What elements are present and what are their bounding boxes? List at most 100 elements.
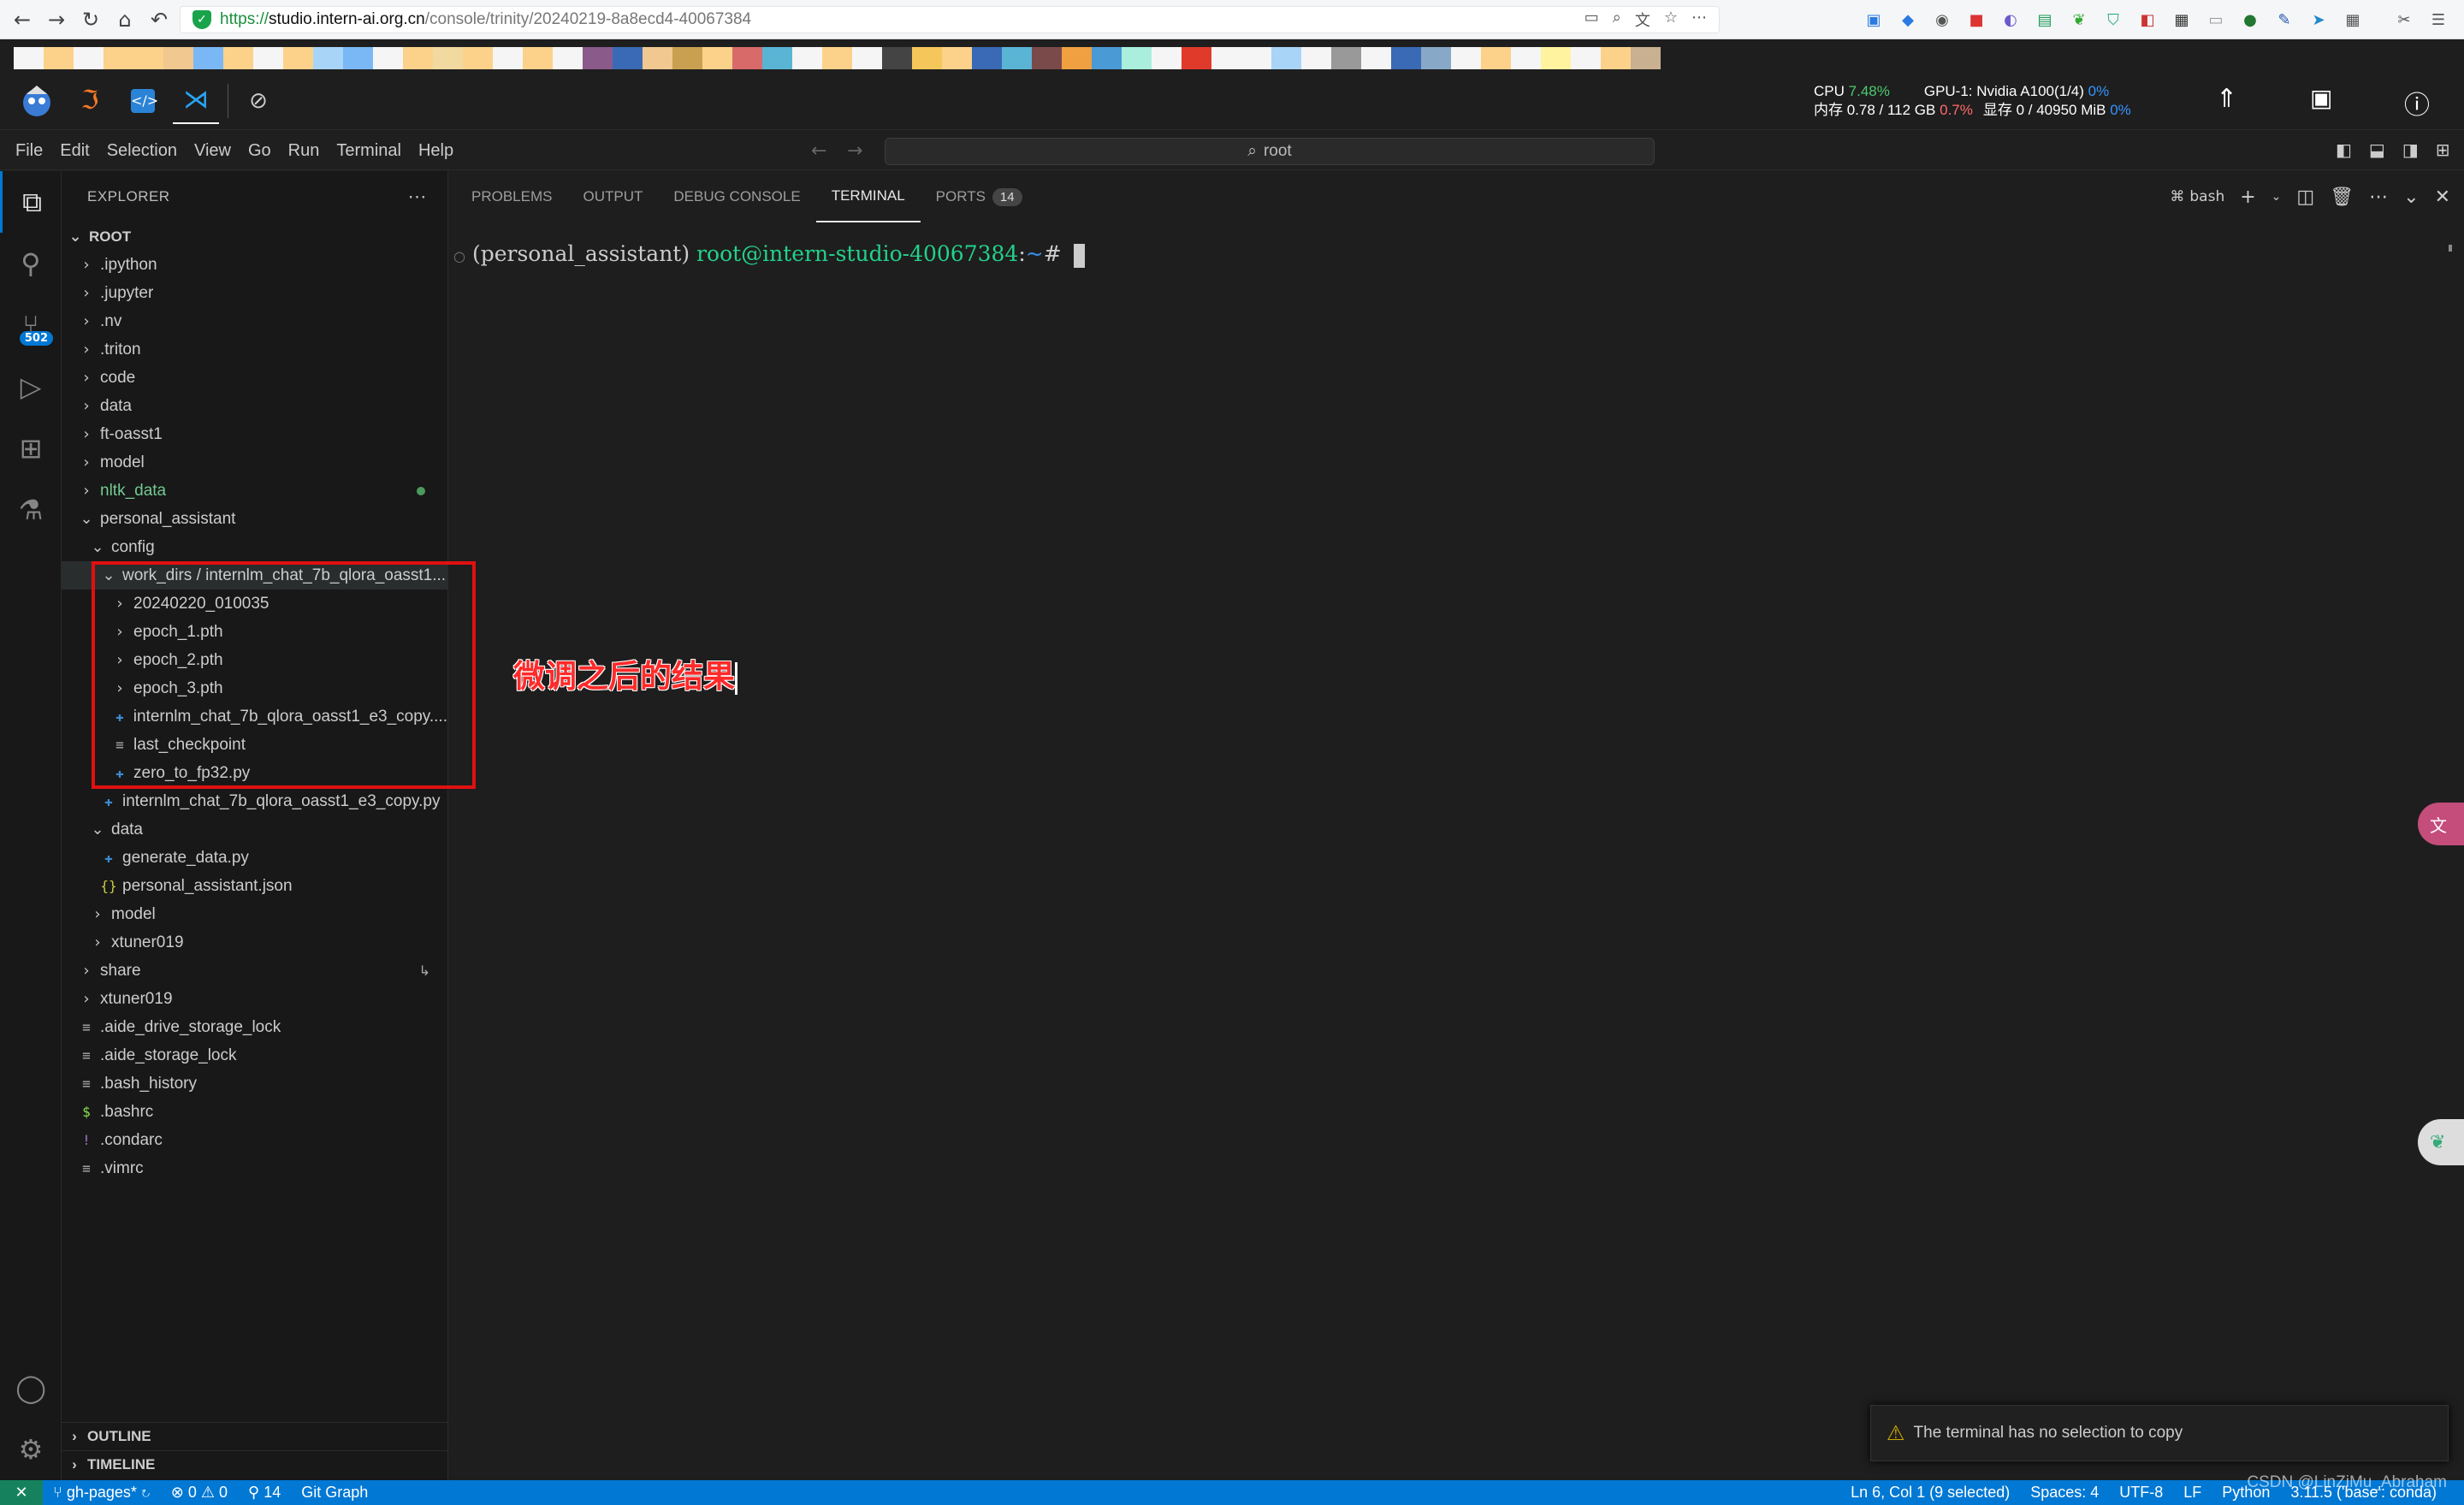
git-graph-button[interactable]: Git Graph: [291, 1484, 378, 1502]
tab-problems[interactable]: PROBLEMS: [456, 171, 567, 222]
extension-icon[interactable]: ■: [1964, 7, 1989, 33]
ports-item[interactable]: ⚲ 14: [238, 1484, 291, 1502]
bookmark-item[interactable]: [253, 47, 283, 69]
bookmark-item[interactable]: [1301, 47, 1331, 69]
close-panel-icon[interactable]: ✕: [2435, 187, 2450, 208]
bookmark-item[interactable]: [553, 47, 583, 69]
bookmark-item[interactable]: [1511, 47, 1541, 69]
bookmark-item[interactable]: [643, 47, 672, 69]
address-bar[interactable]: ✓ https://studio.intern-ai.org.cn/consol…: [180, 6, 1720, 33]
back-icon[interactable]: ←: [5, 3, 39, 37]
tree-file[interactable]: ✚ internlm_chat_7b_qlora_oasst1_e3_copy.p…: [62, 787, 447, 815]
menu-icon[interactable]: ☰: [2426, 7, 2451, 33]
pen-icon[interactable]: ✎: [2272, 7, 2297, 33]
tree-folder[interactable]: › xtuner019: [62, 985, 447, 1013]
nav-forward-icon[interactable]: →: [847, 140, 862, 162]
shield-icon[interactable]: ⛉: [2100, 7, 2126, 33]
bookmark-item[interactable]: [223, 47, 253, 69]
tree-file[interactable]: ≡ .aide_storage_lock: [62, 1041, 447, 1069]
tree-file[interactable]: ✚ generate_data.py: [62, 844, 447, 872]
bookmark-item[interactable]: [613, 47, 643, 69]
bookmark-item[interactable]: [1092, 47, 1122, 69]
terminal-output[interactable]: ○ (personal_assistant) root@intern-studio…: [453, 241, 1085, 268]
menu-run[interactable]: Run: [280, 141, 329, 161]
monitor-icon[interactable]: ▣: [2310, 84, 2332, 112]
menu-go[interactable]: Go: [240, 141, 280, 161]
jupyter-icon[interactable]: ℑ: [67, 78, 113, 124]
bookmark-item[interactable]: [1451, 47, 1481, 69]
bookmark-item[interactable]: [1271, 47, 1301, 69]
nav-back-icon[interactable]: ←: [811, 140, 826, 162]
undo-close-icon[interactable]: ↶: [142, 3, 176, 37]
bookmark-item[interactable]: [972, 47, 1002, 69]
tree-folder[interactable]: ⌄ config: [62, 533, 447, 561]
vscode-icon[interactable]: ⋊: [173, 78, 219, 124]
toggle-panel-icon[interactable]: ⬓: [2369, 139, 2385, 160]
bookmark-item[interactable]: [852, 47, 882, 69]
bookmark-item[interactable]: [1152, 47, 1182, 69]
leaf-float-icon[interactable]: ❦: [2418, 1119, 2464, 1165]
bookmark-item[interactable]: [1601, 47, 1631, 69]
bookmark-item[interactable]: [1122, 47, 1152, 69]
tree-file[interactable]: ≡ .aide_drive_storage_lock: [62, 1013, 447, 1041]
tree-folder[interactable]: › nltk_data: [62, 477, 447, 505]
bookmark-item[interactable]: [193, 47, 223, 69]
bookmark-item[interactable]: [433, 47, 463, 69]
settings-gear-icon[interactable]: ⚙: [0, 1419, 62, 1480]
bookmark-item[interactable]: [732, 47, 762, 69]
send-icon[interactable]: ➤: [2306, 7, 2331, 33]
tab-terminal[interactable]: TERMINAL: [815, 171, 921, 222]
tree-folder[interactable]: › .nv: [62, 307, 447, 335]
testing-icon[interactable]: ⚗: [0, 479, 62, 541]
root-folder[interactable]: ⌄ ROOT: [62, 222, 447, 251]
bookmark-item[interactable]: [1631, 47, 1661, 69]
branch-item[interactable]: ⑂ gh-pages* ↻: [43, 1484, 161, 1502]
bookmark-item[interactable]: [822, 47, 852, 69]
bookmark-item[interactable]: [762, 47, 792, 69]
bookmark-item[interactable]: [942, 47, 972, 69]
extension-icon[interactable]: ▤: [2032, 7, 2058, 33]
notification-toast[interactable]: ⚠ The terminal has no selection to copy: [1870, 1405, 2449, 1461]
search-icon[interactable]: ⚲: [0, 233, 62, 294]
indentation[interactable]: Spaces: 4: [2020, 1484, 2109, 1502]
toggle-primary-sidebar-icon[interactable]: ◧: [2336, 139, 2352, 160]
tree-file[interactable]: {} personal_assistant.json: [62, 872, 447, 900]
customize-layout-icon[interactable]: ⊞: [2436, 139, 2450, 160]
terminal-shell[interactable]: ⌘ bash: [2170, 188, 2224, 205]
extension-icon[interactable]: ▦: [2169, 7, 2194, 33]
extension-icon[interactable]: ◆: [1895, 7, 1921, 33]
extension-icon[interactable]: ▣: [1861, 7, 1886, 33]
tree-folder[interactable]: › .ipython: [62, 251, 447, 279]
tree-file[interactable]: ≡ .vimrc: [62, 1154, 447, 1182]
encoding[interactable]: UTF-8: [2109, 1484, 2173, 1502]
account-icon[interactable]: ◯: [0, 1357, 62, 1419]
bookmark-item[interactable]: [672, 47, 702, 69]
tree-folder[interactable]: › data: [62, 392, 447, 420]
tree-folder[interactable]: › model: [62, 448, 447, 477]
zoom-icon[interactable]: ⌕: [1613, 9, 1621, 31]
info-icon[interactable]: ⓘ: [2404, 84, 2430, 121]
bookmark-item[interactable]: [463, 47, 493, 69]
bookmark-item[interactable]: [1571, 47, 1601, 69]
tree-folder[interactable]: › .jupyter: [62, 279, 447, 307]
end-of-line[interactable]: LF: [2173, 1484, 2212, 1502]
menu-file[interactable]: File: [7, 141, 51, 161]
problems-item[interactable]: ⊗ 0 ⚠ 0: [161, 1484, 238, 1502]
bookmark-item[interactable]: [1032, 47, 1062, 69]
split-terminal-icon[interactable]: ◫: [2296, 187, 2314, 208]
bookmark-item[interactable]: [74, 47, 104, 69]
bookmark-item[interactable]: [523, 47, 553, 69]
bookmark-item[interactable]: [14, 47, 44, 69]
menu-edit[interactable]: Edit: [51, 141, 98, 161]
remote-indicator-icon[interactable]: ✕: [0, 1480, 43, 1505]
menu-terminal[interactable]: Terminal: [328, 141, 410, 161]
bookmark-star-icon[interactable]: ☆: [1664, 9, 1678, 31]
tab-debug-console[interactable]: DEBUG CONSOLE: [658, 171, 815, 222]
menu-view[interactable]: View: [186, 141, 240, 161]
outline-section[interactable]: › OUTLINE: [62, 1422, 448, 1449]
bookmark-item[interactable]: [702, 47, 732, 69]
bookmark-item[interactable]: [792, 47, 822, 69]
bookmark-item[interactable]: [1182, 47, 1211, 69]
bookmark-item[interactable]: [1241, 47, 1271, 69]
tab-output[interactable]: OUTPUT: [567, 171, 658, 222]
